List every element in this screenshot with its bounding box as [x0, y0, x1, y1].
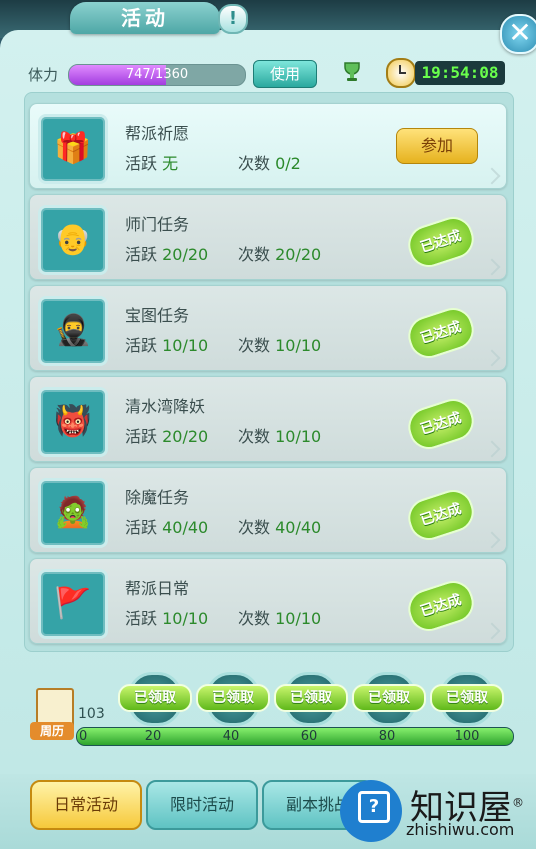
- activity-active: 活跃 20/20: [125, 427, 209, 446]
- activity-title: 帮派日常: [125, 579, 190, 598]
- activity-title: 宝图任务: [125, 306, 190, 325]
- info-icon[interactable]: !: [218, 4, 248, 34]
- trophy-icon[interactable]: [340, 60, 364, 84]
- progress-tick: 100: [454, 729, 480, 744]
- watermark-logo-icon: ?: [340, 780, 402, 842]
- reward-claimed-label: 已领取: [352, 684, 426, 712]
- demon-avatar-icon: 👹: [38, 387, 108, 457]
- activity-count: 次数 20/20: [238, 245, 322, 264]
- activity-active: 活跃 20/20: [125, 245, 209, 264]
- game-time: 19:54:08: [415, 61, 505, 85]
- activity-list[interactable]: 🎁 帮派祈愿 活跃 无 次数 0/2 参加 👴 师门任务 活跃 20/20 次数…: [24, 92, 514, 652]
- activity-title: 清水湾降妖: [125, 397, 206, 416]
- progress-tick: 40: [222, 729, 240, 744]
- corner-decoration: [483, 167, 501, 185]
- corner-decoration: [483, 622, 501, 640]
- activity-card[interactable]: 👴 师门任务 活跃 20/20 次数 20/20 已达成: [29, 194, 507, 280]
- completed-stamp: 已达成: [403, 575, 479, 637]
- activity-card[interactable]: 🚩 帮派日常 活跃 10/10 次数 10/10 已达成: [29, 558, 507, 644]
- calendar-label: 周历: [30, 722, 74, 740]
- progress-tick: 60: [300, 729, 318, 744]
- activity-active: 活跃 10/10: [125, 336, 209, 355]
- progress-tick: 0: [79, 729, 88, 744]
- ghost-official-avatar-icon: 🧟: [38, 478, 108, 548]
- weekly-progress-bar: 0 20 40 60 80 100: [76, 727, 514, 746]
- stamina-bar: 747/1360: [68, 64, 246, 86]
- reward-claimed-label: 已领取: [430, 684, 504, 712]
- watermark-domain: zhishiwu.com: [406, 820, 515, 839]
- completed-stamp: 已达成: [403, 302, 479, 364]
- corner-decoration: [483, 440, 501, 458]
- activity-count: 次数 10/10: [238, 336, 322, 355]
- corner-decoration: [483, 258, 501, 276]
- close-button[interactable]: ✕: [500, 14, 536, 54]
- activity-title: 除魔任务: [125, 488, 190, 507]
- clock-icon: [386, 58, 416, 88]
- activity-card[interactable]: 👹 清水湾降妖 活跃 20/20 次数 10/10 已达成: [29, 376, 507, 462]
- stamina-label: 体力: [28, 66, 59, 84]
- activity-card[interactable]: 🎁 帮派祈愿 活跃 无 次数 0/2 参加: [29, 103, 507, 189]
- progress-tick: 20: [144, 729, 162, 744]
- tab-daily-activities[interactable]: 日常活动: [30, 780, 142, 830]
- guild-banner-icon: 🚩: [38, 569, 108, 639]
- tab-limited-activities[interactable]: 限时活动: [146, 780, 258, 830]
- ninja-avatar-icon: 🥷: [38, 296, 108, 366]
- activity-card[interactable]: 🥷 宝图任务 活跃 10/10 次数 10/10 已达成: [29, 285, 507, 371]
- corner-decoration: [483, 531, 501, 549]
- activity-active: 活跃 无: [125, 154, 179, 173]
- activity-title: 帮派祈愿: [125, 124, 190, 143]
- activity-active: 活跃 40/40: [125, 518, 209, 537]
- use-stamina-button[interactable]: 使用: [253, 60, 317, 88]
- activity-active: 活跃 10/10: [125, 609, 209, 628]
- completed-stamp: 已达成: [403, 211, 479, 273]
- corner-decoration: [483, 349, 501, 367]
- activity-count: 次数 10/10: [238, 609, 322, 628]
- stamina-value: 747/1360: [125, 67, 189, 82]
- join-button[interactable]: 参加: [396, 128, 478, 164]
- activity-card[interactable]: 🧟 除魔任务 活跃 40/40 次数 40/40 已达成: [29, 467, 507, 553]
- reward-claimed-label: 已领取: [196, 684, 270, 712]
- reward-claimed-label: 已领取: [274, 684, 348, 712]
- window-title: 活动: [70, 2, 220, 34]
- completed-stamp: 已达成: [403, 484, 479, 546]
- reward-claimed-label: 已领取: [118, 684, 192, 712]
- completed-stamp: 已达成: [403, 393, 479, 455]
- activity-count: 次数 10/10: [238, 427, 322, 446]
- activity-count: 次数 40/40: [238, 518, 322, 537]
- gift-box-icon: 🎁: [38, 114, 108, 184]
- activity-count: 次数 0/2: [238, 154, 301, 173]
- calendar-icon[interactable]: 周历: [30, 688, 74, 742]
- elder-master-avatar-icon: 👴: [38, 205, 108, 275]
- progress-tick: 80: [378, 729, 396, 744]
- activity-title: 师门任务: [125, 215, 190, 234]
- activity-points: 103: [78, 706, 105, 722]
